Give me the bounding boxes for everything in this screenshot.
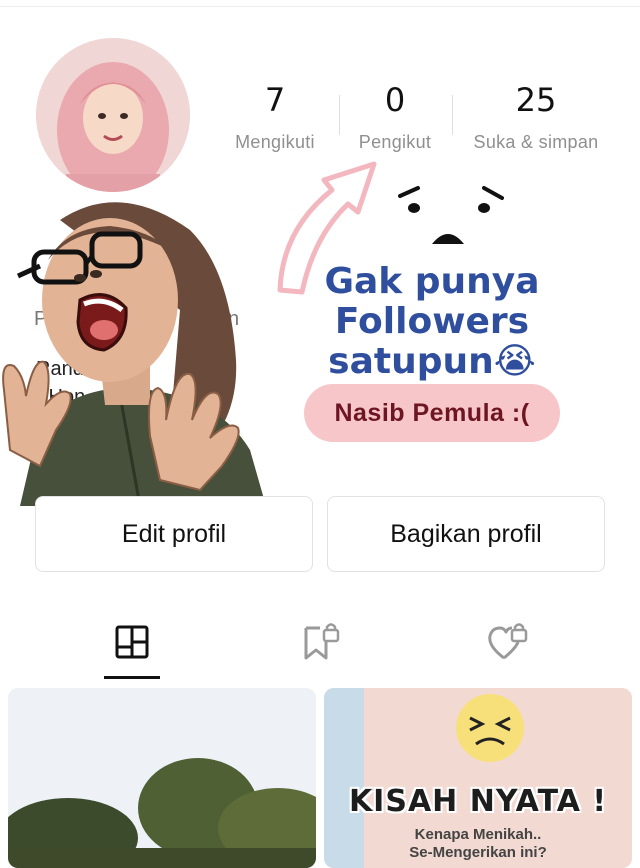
- heart-lock-icon: [488, 623, 528, 660]
- edit-profile-button[interactable]: Edit profil: [35, 496, 313, 572]
- likes-label: Suka & simpan: [473, 132, 599, 152]
- tab-posts[interactable]: [102, 622, 162, 662]
- likes-count: 25: [515, 81, 557, 119]
- tab-liked[interactable]: [478, 622, 538, 662]
- following-count: 7: [264, 81, 286, 119]
- post-subtitle: Kenapa Menikah.. Se-Mengerikan ini?: [324, 826, 632, 862]
- top-divider: [0, 6, 640, 7]
- nasib-badge: Nasib Pemula :(: [304, 384, 560, 442]
- stat-likes-saves[interactable]: 25 Suka & simpan: [471, 80, 601, 153]
- caption-line-1: Gak punya: [324, 261, 540, 302]
- post-subtitle-line-2: Se-Mengerikan ini?: [409, 844, 547, 861]
- followers-count: 0: [384, 81, 406, 119]
- active-tab-indicator: [104, 676, 160, 679]
- stat-following[interactable]: 7 Mengikuti: [210, 80, 340, 153]
- post-title: KISAH NYATA !: [348, 784, 608, 819]
- tab-saved[interactable]: [290, 622, 350, 662]
- post-subtitle-line-1: Kenapa Menikah..: [414, 826, 542, 843]
- caption-line-2: Followers satupun😭: [328, 301, 536, 382]
- share-profile-button[interactable]: Bagikan profil: [327, 496, 605, 572]
- post-card[interactable]: [8, 688, 316, 868]
- stat-divider: [452, 95, 453, 135]
- post-card[interactable]: KISAH NYATA ! Kenapa Menikah.. Se-Menger…: [324, 688, 632, 868]
- sad-face-sticker-icon: [398, 186, 504, 244]
- grid-icon: [115, 625, 149, 659]
- stat-followers[interactable]: 0 Pengikut: [330, 80, 460, 153]
- screaming-person-sticker-icon: [2, 202, 266, 506]
- bookmark-lock-icon: [304, 623, 340, 660]
- profile-avatar[interactable]: [36, 38, 190, 192]
- overlay-caption: Gak punya Followers satupun😭: [262, 262, 602, 382]
- post-thumbnail-image: [8, 688, 316, 868]
